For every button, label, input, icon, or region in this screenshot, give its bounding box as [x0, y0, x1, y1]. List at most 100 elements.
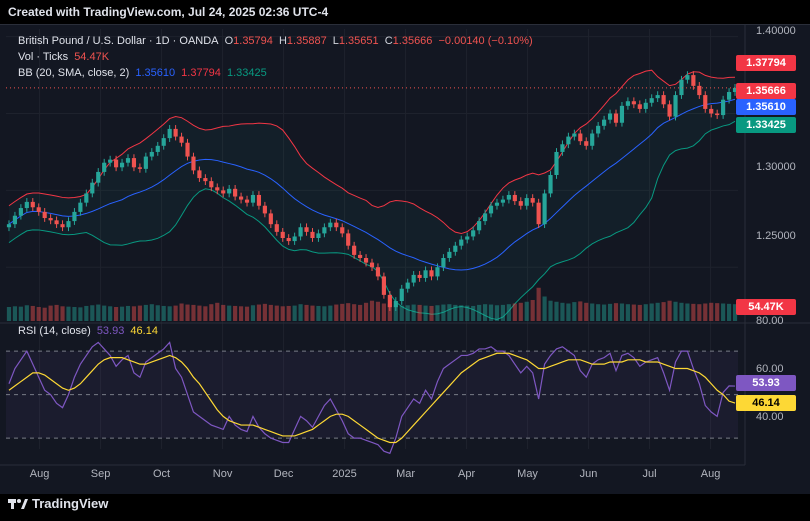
candle-body — [548, 175, 553, 194]
price-tick: 1.40000 — [756, 25, 796, 37]
candle-body — [36, 207, 41, 212]
volume-bar — [381, 303, 386, 321]
volume-bar — [596, 304, 601, 321]
candle-body — [512, 194, 517, 202]
time-tick-label: Nov — [213, 468, 233, 480]
volume-bar — [131, 306, 137, 321]
legend-vol-value: 54.47K — [74, 51, 110, 63]
candle-body — [471, 230, 476, 237]
candle-body — [161, 138, 166, 146]
volume-bar — [256, 304, 262, 321]
volume-bar — [233, 305, 238, 321]
candle-body — [584, 141, 589, 146]
volume-bar — [179, 303, 184, 321]
legend-bb-label: BB (20, SMA, close, 2) — [18, 67, 130, 79]
candle-body — [328, 222, 333, 228]
legend-low: 1.35651 — [338, 35, 379, 47]
candle-body — [661, 95, 666, 105]
volume-bar — [334, 304, 339, 321]
volume-bar — [453, 304, 458, 321]
candle-body — [24, 201, 29, 209]
candle-body — [268, 213, 273, 225]
candle-body — [536, 202, 541, 225]
candle-body — [262, 205, 267, 214]
candle-body — [375, 267, 381, 277]
time-tick-label: Jun — [580, 468, 598, 480]
candle-body — [12, 215, 18, 225]
candle-body — [143, 156, 148, 169]
footer-brand: TradingView — [8, 496, 108, 511]
candle-body — [250, 194, 256, 203]
volume-bar — [441, 304, 446, 321]
rsi-tick: 40.00 — [756, 411, 784, 423]
volume-bar — [607, 303, 613, 321]
candle-body — [697, 85, 702, 96]
candle-body — [435, 267, 440, 277]
candle-body — [453, 245, 458, 252]
candle-body — [233, 188, 238, 197]
candle-body — [542, 193, 547, 225]
footer-brand-text: TradingView — [32, 496, 109, 511]
candle-body — [155, 145, 160, 152]
volume-bar — [358, 304, 363, 321]
candle-body — [114, 159, 119, 168]
candle-body — [459, 239, 464, 246]
volume-bar — [227, 305, 232, 321]
volume-bar — [560, 302, 565, 321]
volume-bar — [197, 305, 202, 321]
candle-body — [596, 125, 601, 134]
candle-body — [42, 211, 47, 219]
candle-body — [655, 95, 660, 99]
time-tick-label: 2025 — [332, 468, 356, 480]
rsi-band-fill — [6, 351, 738, 439]
volume-bar — [518, 302, 523, 321]
middle-band-tag: 1.35610 — [736, 99, 796, 115]
candle-body — [119, 162, 125, 168]
candle-body — [191, 156, 196, 171]
candle-body — [304, 227, 309, 232]
candle-body — [631, 101, 636, 105]
candle-body — [108, 159, 113, 163]
volume-bar — [42, 307, 47, 321]
candle-body — [554, 151, 559, 175]
chart-svg: Aug Sep Oct Nov Dec 2025 Mar Apr May Jun Jul Aug — [0, 25, 810, 480]
volume-bar — [143, 304, 148, 321]
candle-body — [280, 231, 285, 239]
tradingview-logo-icon — [8, 498, 28, 509]
candle-body — [488, 205, 494, 214]
volume-bar — [54, 304, 59, 321]
candle-body — [649, 98, 654, 103]
volume-bar — [66, 306, 71, 321]
candle-body — [560, 144, 565, 152]
candle-body — [131, 158, 137, 168]
time-tick-label: Dec — [274, 468, 294, 480]
candle-body — [358, 254, 363, 258]
candle-body — [215, 187, 220, 191]
volume-bar — [24, 305, 29, 321]
volume-bar — [691, 303, 696, 321]
volume-bar — [119, 306, 125, 321]
time-tick-label: Aug — [30, 468, 50, 480]
candle-body — [625, 101, 630, 106]
volume-bar — [637, 304, 642, 321]
volume-bar — [18, 306, 23, 321]
legend-rsi-value: 53.93 — [96, 325, 125, 337]
candle-body — [30, 201, 35, 208]
volume-bar — [286, 305, 291, 321]
volume-bar — [84, 305, 89, 321]
rsi-ma-tag: 46.14 — [736, 395, 796, 411]
candle-body — [66, 221, 71, 228]
volume-bar — [477, 304, 482, 321]
volume-bar — [512, 303, 517, 321]
volume-bar — [435, 305, 440, 321]
volume-bar — [221, 304, 226, 321]
rsi-tick: 80.00 — [756, 315, 784, 327]
legend-volume-row: Vol · Ticks 54.47K — [18, 51, 112, 63]
candle-body — [602, 119, 607, 126]
chart-area[interactable]: Aug Sep Oct Nov Dec 2025 Mar Apr May Jun Jul Aug Br… — [0, 24, 810, 494]
candle-body — [125, 158, 131, 163]
candle-body — [48, 218, 53, 221]
volume-bar — [625, 304, 630, 321]
candle-body — [411, 274, 416, 283]
candle-body — [90, 182, 95, 194]
